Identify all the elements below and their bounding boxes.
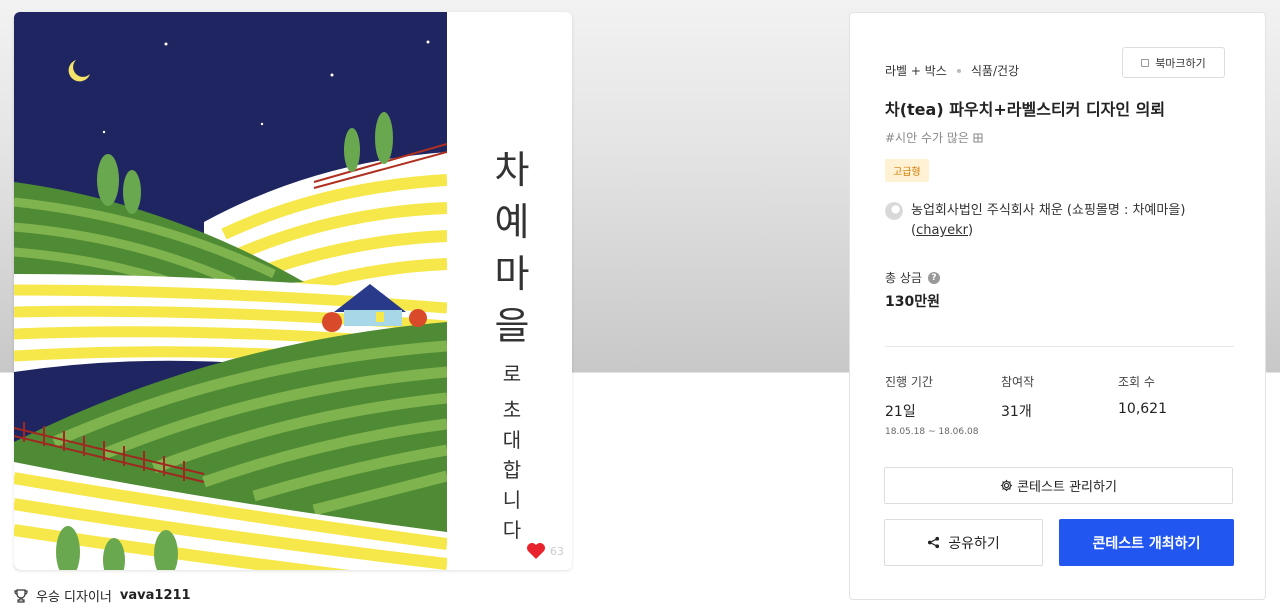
stat-entries-label: 참여작 xyxy=(1001,375,1035,389)
stat-entries: 참여작 31개 xyxy=(1001,373,1034,421)
breadcrumb-category[interactable]: 라벨 + 박스 xyxy=(885,62,947,79)
grid-icon xyxy=(973,133,983,143)
stat-period: 진행 기간 21일 18.05.18 ~ 18.06.08 xyxy=(885,373,978,437)
prize-label: 총 상금 ? xyxy=(885,269,940,286)
winner-designer: 우승 디자이너 vava1211 xyxy=(14,586,191,605)
breadcrumb-subcategory[interactable]: 식품/건강 xyxy=(971,62,1019,79)
bookmark-icon xyxy=(1141,58,1150,67)
contest-tag[interactable]: #시안 수가 많은 xyxy=(885,129,983,146)
winner-label: 우승 디자이너 xyxy=(36,590,112,605)
share-button[interactable]: 공유하기 xyxy=(884,519,1043,566)
landscape-illustration xyxy=(14,12,447,570)
contest-title: 차(tea) 파우치+라벨스티커 디자인 의뢰 xyxy=(885,100,1166,119)
bookmark-label: 북마크하기 xyxy=(1155,56,1206,70)
divider xyxy=(885,346,1234,347)
artwork-title-char: 마 xyxy=(494,252,530,296)
contest-artwork[interactable]: 차 예 마 을 로 초 대 합 니 다 63 xyxy=(14,12,572,570)
gear-icon xyxy=(1001,479,1013,492)
stat-period-label: 진행 기간 xyxy=(885,375,933,389)
prize-label-text: 총 상금 xyxy=(885,271,922,285)
host-contest-button[interactable]: 콘테스트 개최하기 xyxy=(1059,519,1234,566)
winner-name[interactable]: vava1211 xyxy=(120,588,191,603)
host-contest-label: 콘테스트 개최하기 xyxy=(1092,535,1201,552)
manage-contest-label: 콘테스트 관리하기 xyxy=(1017,480,1117,495)
artwork-subtitle-char: 대 xyxy=(502,428,522,452)
share-icon xyxy=(928,536,940,549)
stat-entries-value: 31개 xyxy=(1001,404,1032,420)
artwork-title-char: 을 xyxy=(494,304,530,348)
share-label: 공유하기 xyxy=(948,535,1000,552)
artwork-subtitle-char: 니 xyxy=(502,488,522,512)
artwork-subtitle-char: 로 xyxy=(502,362,522,386)
artwork-title: 차 예 마 을 로 초 대 합 니 다 xyxy=(490,144,534,544)
prize-value: 130만원 xyxy=(885,294,940,310)
trophy-icon xyxy=(14,588,28,603)
like-button[interactable]: 63 xyxy=(526,542,564,560)
host-info: 농업회사법인 주식회사 채운 (쇼핑몰명 : 차예마을) (chayekr) xyxy=(885,201,1225,241)
stat-period-value: 21일 xyxy=(885,404,916,420)
stat-views-label: 조회 수 xyxy=(1118,375,1155,389)
host-text: 농업회사법인 주식회사 채운 (쇼핑몰명 : 차예마을) (chayekr) xyxy=(911,201,1225,241)
host-id-link[interactable]: chayekr xyxy=(916,223,968,238)
like-count: 63 xyxy=(550,544,564,558)
contest-tag-text: #시안 수가 많은 xyxy=(885,131,973,145)
stat-views-value: 10,621 xyxy=(1118,401,1167,417)
breadcrumb-separator xyxy=(956,68,961,73)
artwork-title-char: 예 xyxy=(494,200,530,244)
stat-period-dates: 18.05.18 ~ 18.06.08 xyxy=(885,427,979,437)
artwork-subtitle-char: 다 xyxy=(502,518,522,542)
manage-contest-button[interactable]: 콘테스트 관리하기 xyxy=(884,467,1233,504)
artwork-subtitle-char: 초 xyxy=(502,398,522,422)
host-avatar-icon xyxy=(885,202,903,220)
contest-info-panel: 라벨 + 박스 식품/건강 북마크하기 차(tea) 파우치+라벨스티커 디자인… xyxy=(849,12,1266,600)
artwork-title-char: 차 xyxy=(494,148,530,192)
help-icon[interactable]: ? xyxy=(927,271,940,284)
grade-badge: 고급형 xyxy=(885,159,929,182)
host-close: ) xyxy=(968,223,974,238)
breadcrumb: 라벨 + 박스 식품/건강 xyxy=(885,62,1019,79)
heart-icon xyxy=(527,543,545,559)
artwork-subtitle-char: 합 xyxy=(502,458,522,482)
bookmark-button[interactable]: 북마크하기 xyxy=(1122,47,1225,78)
stat-views: 조회 수 10,621 xyxy=(1118,373,1167,417)
